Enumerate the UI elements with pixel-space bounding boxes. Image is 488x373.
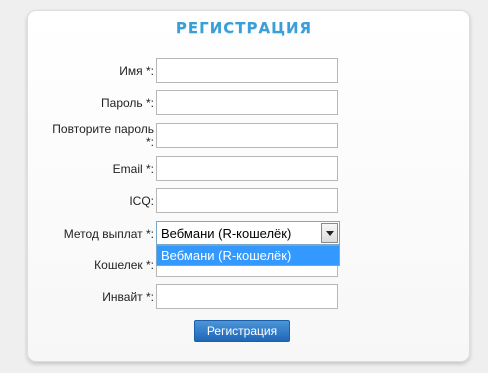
email-label: Email *: <box>112 162 154 176</box>
icq-label: ICQ: <box>129 194 154 208</box>
register-button[interactable]: Регистрация <box>194 320 290 342</box>
icq-input[interactable] <box>156 188 338 213</box>
form-title: РЕГИСТРАЦИЯ <box>175 19 313 37</box>
password-repeat-label: Повторите пароль *: <box>52 122 154 149</box>
name-label: Имя *: <box>119 64 154 78</box>
dropdown-option-webmoney[interactable]: Вебмани (R-кошелёк) <box>157 246 339 265</box>
payout-method-dropdown: Вебмани (R-кошелёк) <box>156 245 340 266</box>
name-input[interactable] <box>156 58 338 83</box>
wallet-label: Кошелек *: <box>94 258 154 272</box>
invite-input[interactable] <box>156 284 338 309</box>
invite-label: Инвайт *: <box>102 290 154 304</box>
password-repeat-input[interactable] <box>156 123 338 148</box>
payout-method-selected: Вебмани (R-кошелёк) <box>161 226 292 241</box>
dropdown-toggle-button[interactable] <box>321 223 338 243</box>
payout-method-label: Метод выплат *: <box>63 227 154 241</box>
payout-method-select[interactable]: Вебмани (R-кошелёк) <box>156 221 340 245</box>
password-label: Пароль *: <box>101 96 154 110</box>
email-input[interactable] <box>156 156 338 181</box>
chevron-down-icon <box>326 231 334 236</box>
password-input[interactable] <box>156 90 338 115</box>
